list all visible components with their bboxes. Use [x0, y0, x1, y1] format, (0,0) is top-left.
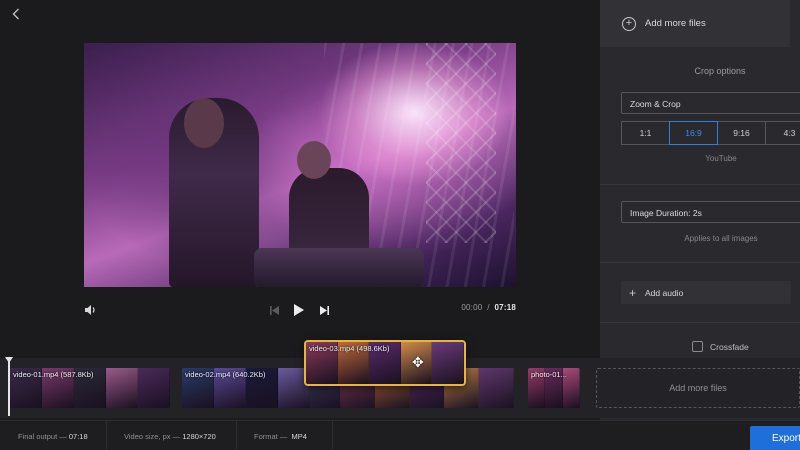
stage-truss — [426, 43, 496, 243]
volume-button[interactable] — [82, 302, 98, 318]
aspect-ratio-group: 1:1 16:9 9:16 4:3 — [621, 121, 800, 145]
previous-button[interactable] — [266, 302, 282, 318]
format-select[interactable]: MP4 — [292, 432, 307, 441]
clip-label: photo-01... — [531, 370, 567, 379]
add-audio-button[interactable]: + Add audio — [621, 281, 791, 304]
ratio-16-9[interactable]: 16:9 — [669, 121, 718, 145]
crossfade-checkbox[interactable]: Crossfade — [692, 341, 749, 352]
playhead[interactable] — [8, 358, 10, 416]
player-controls: 00:00 / 07:18 — [84, 300, 516, 320]
export-button[interactable]: Export — [750, 426, 800, 450]
format-label: Format — — [254, 432, 288, 441]
clip-thumbnail — [106, 368, 138, 408]
drum-kit — [254, 248, 424, 287]
add-more-files-dropzone[interactable]: Add more files — [596, 368, 800, 408]
divider — [600, 262, 800, 263]
clip-thumbnail — [138, 368, 170, 408]
add-more-files-label: Add more files — [645, 18, 706, 29]
clip-label: video-03.mp4 (498.6Kb) — [309, 344, 390, 353]
divider — [106, 421, 107, 450]
final-output-label: Final output — — [18, 432, 67, 441]
clip-label: video-02.mp4 (640.2Kb) — [185, 370, 266, 379]
divider — [600, 322, 800, 323]
skip-forward-icon — [319, 305, 329, 315]
clip-thumbnail — [479, 368, 514, 408]
volume-icon — [84, 305, 95, 315]
crop-options-title: Crop options — [694, 66, 746, 76]
timeline-clip[interactable]: photo-01... — [528, 368, 580, 408]
current-time: 00:00 — [461, 303, 483, 312]
settings-panel: + Add more files Crop options Zoom & Cro… — [600, 0, 800, 420]
ratio-9-16[interactable]: 9:16 — [717, 121, 766, 145]
total-duration: 07:18 — [494, 303, 516, 312]
play-button[interactable] — [291, 302, 307, 318]
chevron-left-icon — [12, 8, 19, 20]
ratio-hint: YouTube — [705, 154, 737, 163]
divider — [600, 184, 800, 185]
app-root: 00:00 / 07:18 + Add more files Crop opti… — [0, 0, 800, 450]
clip-thumbnail — [432, 342, 464, 384]
clip-label: video-01.mp4 (587.8Kb) — [13, 370, 94, 379]
timeline-clip[interactable]: video-01.mp4 (587.8Kb) — [10, 368, 170, 408]
drummer-head — [297, 141, 331, 179]
image-duration-hint: Applies to all images — [684, 234, 758, 243]
crop-mode-select[interactable]: Zoom & Crop — [621, 92, 800, 114]
image-duration-select[interactable]: Image Duration: 2s — [621, 201, 800, 223]
plus-circle-icon: + — [622, 16, 636, 31]
status-bar: Final output — 07:18 Video size, px — 12… — [0, 420, 800, 450]
skip-back-icon — [269, 305, 279, 315]
back-button[interactable] — [8, 6, 24, 22]
play-icon — [294, 304, 304, 316]
dragged-clip[interactable]: video-03.mp4 (498.6Kb) ✥ — [304, 340, 466, 386]
time-separator: / — [487, 303, 490, 312]
timeline[interactable]: video-01.mp4 (587.8Kb) video-02.mp4 (640… — [0, 340, 800, 418]
move-cursor-icon: ✥ — [412, 354, 424, 370]
divider — [332, 421, 333, 450]
add-more-files-button[interactable]: + Add more files — [600, 0, 790, 47]
final-output-value: 07:18 — [68, 432, 88, 441]
video-size-value: 1280×720 — [182, 432, 216, 441]
guitarist-head — [184, 98, 224, 148]
format: Format — MP4 — [254, 432, 307, 441]
ratio-1-1[interactable]: 1:1 — [621, 121, 670, 145]
add-audio-label: Add audio — [645, 287, 684, 298]
video-size-label: Video size, px — — [124, 432, 181, 441]
final-output: Final output — 07:18 — [18, 432, 88, 441]
plus-icon: + — [629, 285, 637, 300]
video-size: Video size, px — 1280×720 — [124, 432, 216, 441]
divider — [236, 421, 237, 450]
crossfade-label: Crossfade — [710, 341, 749, 352]
ratio-4-3[interactable]: 4:3 — [765, 121, 800, 145]
video-preview[interactable] — [84, 43, 516, 287]
checkbox-box — [692, 341, 703, 352]
next-button[interactable] — [316, 302, 332, 318]
time-display: 00:00 / 07:18 — [461, 303, 516, 312]
preview-area: 00:00 / 07:18 — [0, 0, 600, 358]
